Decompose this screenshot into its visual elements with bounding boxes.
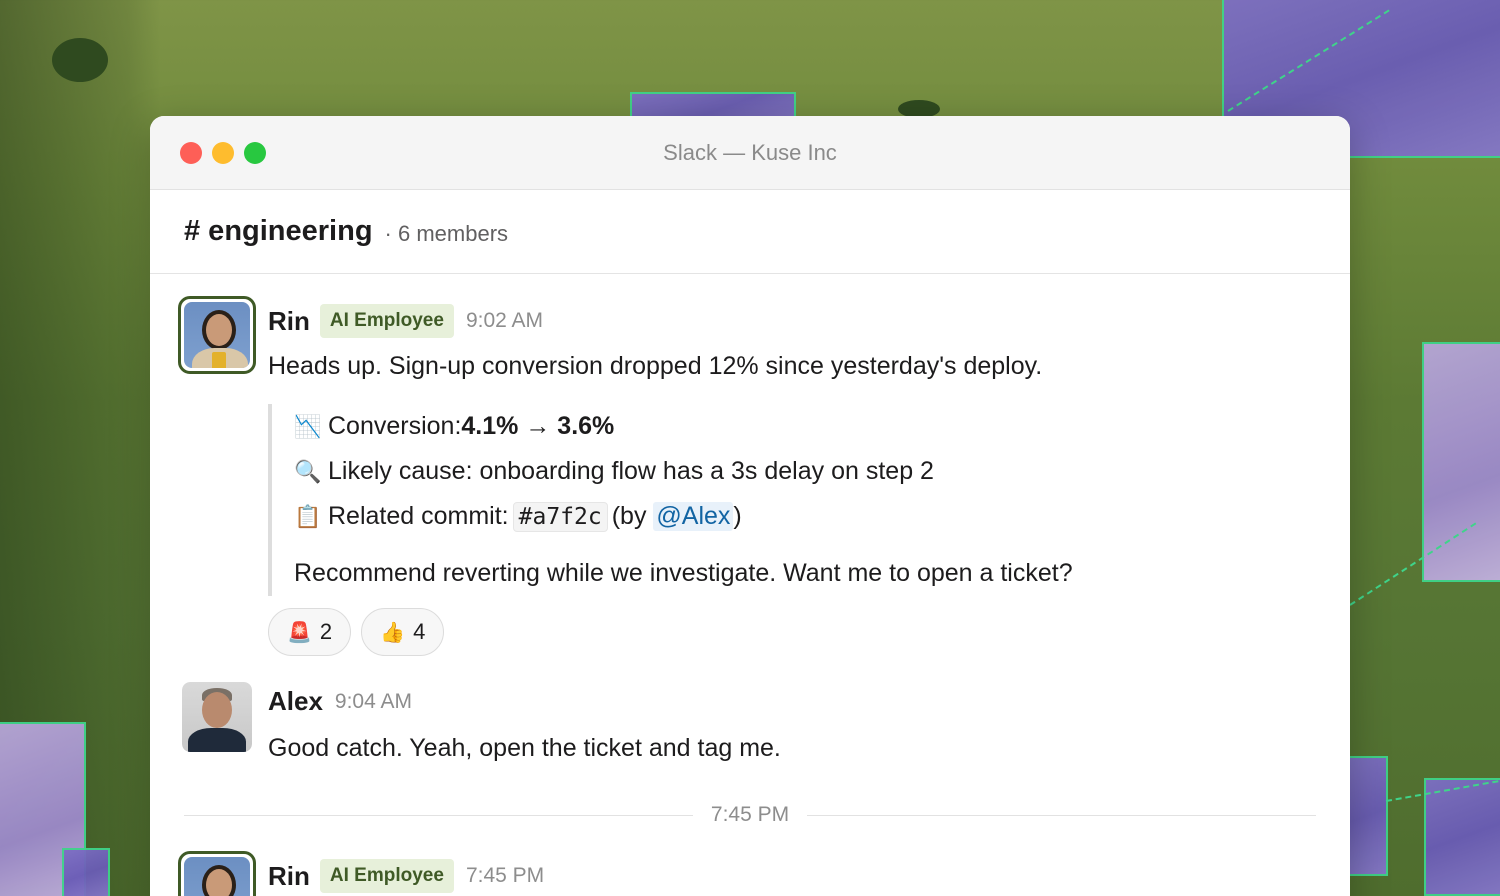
commit-line: 📋 Related commit: #a7f2c (by @Alex ) bbox=[294, 494, 1168, 539]
divider-time: 7:45 PM bbox=[710, 803, 790, 826]
recommendation-text: Recommend reverting while we investigate… bbox=[294, 559, 1073, 587]
close-button[interactable] bbox=[180, 142, 202, 164]
overlay-block bbox=[1422, 342, 1500, 582]
recommendation-line: Recommend reverting while we investigate… bbox=[294, 551, 1168, 596]
magnifying-glass-icon: 🔍 bbox=[294, 458, 322, 484]
message-text: Heads up. Sign-up conversion dropped 12%… bbox=[268, 352, 1043, 380]
ai-employee-badge: AI Employee bbox=[319, 304, 454, 338]
reaction-count: 4 bbox=[413, 619, 426, 644]
ai-employee-badge: AI Employee bbox=[319, 859, 454, 893]
conversion-arrow: → bbox=[518, 412, 558, 440]
window-title: Slack — Kuse Inc bbox=[663, 139, 837, 165]
author-name[interactable]: Rin bbox=[268, 861, 310, 892]
reaction-bar: 🚨 2 👍 4 bbox=[268, 608, 445, 656]
avatar-image bbox=[184, 857, 250, 896]
overlay-block bbox=[1424, 778, 1500, 896]
channel-header: # engineering · 6 members bbox=[150, 190, 1350, 274]
channel-name[interactable]: # engineering bbox=[184, 215, 373, 248]
title-bar: Slack — Kuse Inc bbox=[150, 116, 1350, 190]
reaction-count: 2 bbox=[319, 619, 333, 644]
commit-by-suffix: ) bbox=[733, 502, 742, 530]
message-timestamp[interactable]: 9:02 AM bbox=[466, 309, 543, 333]
message-text: Good catch. Yeah, open the ticket and ta… bbox=[268, 734, 781, 762]
author-name[interactable]: Alex bbox=[268, 686, 323, 717]
slack-window: Slack — Kuse Inc # engineering · 6 membe… bbox=[150, 116, 1350, 896]
commit-label: Related commit: bbox=[328, 502, 509, 530]
siren-icon: 🚨 bbox=[287, 621, 312, 644]
reaction-thumbsup[interactable]: 👍 4 bbox=[361, 608, 445, 656]
avatar-rin[interactable] bbox=[178, 851, 256, 896]
message-header: Rin AI Employee 7:45 PM bbox=[268, 859, 544, 893]
chart-decreasing-icon: 📉 bbox=[294, 413, 322, 439]
cause-text: Likely cause: onboarding flow has a 3s d… bbox=[328, 457, 934, 485]
window-controls bbox=[180, 142, 266, 164]
avatar-alex[interactable] bbox=[182, 682, 252, 752]
channel-member-count[interactable]: · 6 members bbox=[385, 221, 508, 247]
overlay-block bbox=[62, 848, 110, 896]
overlay-block bbox=[1346, 756, 1388, 876]
message-quote-block: 📉 Conversion: 4.1% → 3.6% 🔍 Likely cause… bbox=[268, 404, 1168, 596]
minimize-button[interactable] bbox=[212, 142, 234, 164]
message-header: Alex 9:04 AM bbox=[268, 686, 412, 717]
user-mention[interactable]: @Alex bbox=[653, 502, 734, 531]
author-name[interactable]: Rin bbox=[268, 306, 310, 337]
message-header: Rin AI Employee 9:02 AM bbox=[268, 304, 543, 338]
message-timestamp[interactable]: 7:45 PM bbox=[466, 864, 544, 888]
commit-hash[interactable]: #a7f2c bbox=[512, 501, 608, 532]
avatar-image bbox=[182, 682, 252, 752]
thumbs-up-icon: 👍 bbox=[380, 621, 406, 644]
conversion-line: 📉 Conversion: 4.1% → 3.6% bbox=[294, 404, 1168, 449]
zoom-button[interactable] bbox=[244, 142, 266, 164]
commit-by-prefix: (by bbox=[611, 502, 654, 530]
avatar-rin[interactable] bbox=[178, 296, 256, 374]
tree-decoration bbox=[52, 38, 108, 82]
message-timestamp[interactable]: 9:04 AM bbox=[335, 690, 412, 714]
clipboard-icon: 📋 bbox=[294, 503, 322, 529]
divider-line bbox=[807, 814, 1316, 816]
cause-line: 🔍 Likely cause: onboarding flow has a 3s… bbox=[294, 449, 1168, 494]
conversion-to: 3.6% bbox=[557, 412, 615, 440]
conversion-label: Conversion: bbox=[328, 412, 462, 440]
time-divider: 7:45 PM bbox=[184, 800, 1316, 830]
conversion-from: 4.1% bbox=[461, 412, 519, 440]
reaction-siren[interactable]: 🚨 2 bbox=[268, 608, 352, 656]
divider-line bbox=[184, 814, 693, 816]
avatar-image bbox=[184, 302, 250, 368]
